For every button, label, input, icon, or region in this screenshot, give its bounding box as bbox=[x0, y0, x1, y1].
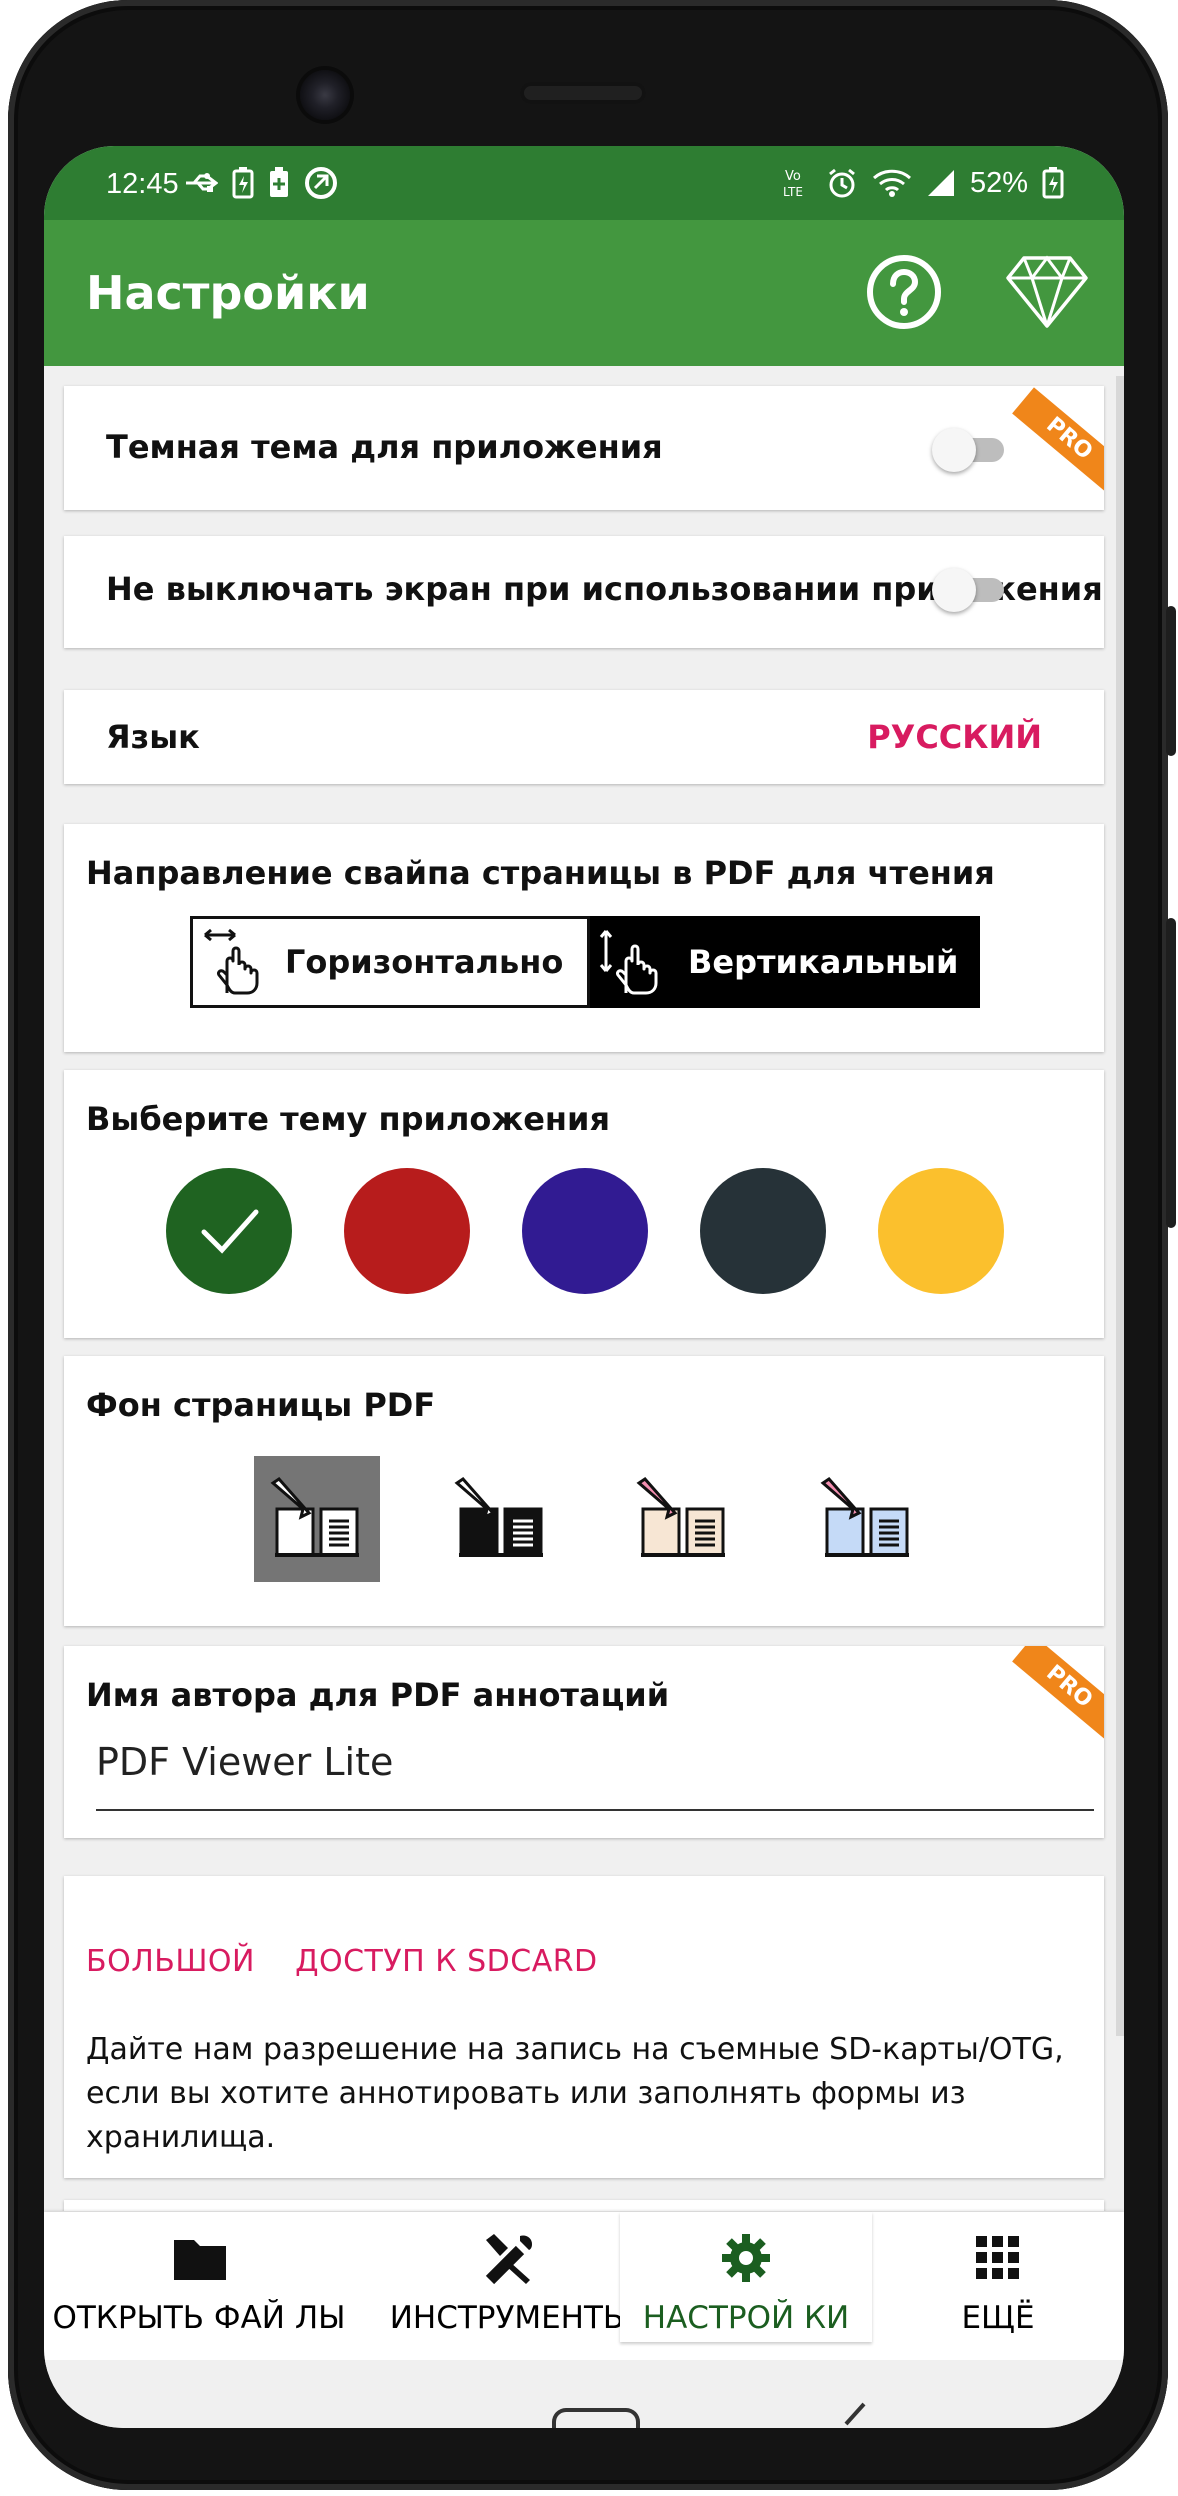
pdf-bg-blue-option[interactable] bbox=[804, 1456, 930, 1582]
setting-app-theme: Выберите тему приложения bbox=[64, 1070, 1104, 1338]
author-name-field[interactable]: PDF Viewer Lite bbox=[96, 1740, 393, 1784]
help-circle-icon[interactable] bbox=[866, 254, 942, 330]
earpiece-speaker bbox=[520, 82, 646, 104]
pro-badge: PRO bbox=[1012, 387, 1104, 491]
grid-icon bbox=[976, 2236, 1019, 2279]
author-name-underline bbox=[96, 1809, 1094, 1811]
home-button[interactable] bbox=[552, 2408, 640, 2428]
battery-plus-icon bbox=[270, 167, 288, 197]
language-label: Язык bbox=[106, 718, 200, 756]
theme-color-dark[interactable] bbox=[700, 1168, 826, 1294]
tab-label: НАСТРОЙ КИ bbox=[642, 2300, 850, 2336]
swipe-direction-label: Направление свайпа страницы в PDF для чт… bbox=[86, 854, 995, 892]
keep-screen-on-toggle[interactable] bbox=[932, 566, 1008, 612]
usb-icon bbox=[186, 173, 218, 192]
swipe-horizontal-icon bbox=[204, 928, 259, 995]
setting-author-name: Имя автора для PDF аннотаций PRO PDF Vie… bbox=[64, 1646, 1104, 1838]
scrollbar[interactable] bbox=[1116, 376, 1124, 2036]
next-setting-card bbox=[64, 2200, 1104, 2211]
swipe-direction-selector: Горизонтально Вертикальный bbox=[190, 916, 980, 1008]
book-pencil-icon bbox=[454, 1477, 543, 1557]
pdf-bg-black-option[interactable] bbox=[438, 1456, 564, 1582]
sdcard-title-part2: ДОСТУП К SDCARD bbox=[295, 1944, 598, 1979]
folder-icon bbox=[174, 2240, 226, 2280]
swipe-horizontal-option[interactable]: Горизонтально bbox=[190, 916, 590, 1008]
alarm-icon bbox=[829, 168, 855, 198]
screen: 12:45 Vo LTE 52% Настройки Темная тема д… bbox=[44, 146, 1124, 2428]
language-value[interactable]: РУССКИЙ bbox=[867, 718, 1042, 756]
pdf-bg-sepia-option[interactable] bbox=[620, 1456, 746, 1582]
svg-text:Vo: Vo bbox=[785, 169, 801, 184]
phone-frame: 12:45 Vo LTE 52% Настройки Темная тема д… bbox=[0, 0, 1178, 2496]
battery-charging-icon bbox=[1042, 167, 1064, 199]
setting-language[interactable]: Язык РУССКИЙ bbox=[64, 690, 1104, 784]
page-title: Настройки bbox=[86, 266, 370, 320]
wifi-icon bbox=[872, 169, 911, 197]
svg-text:LTE: LTE bbox=[783, 185, 803, 199]
sdcard-title-part1: БОЛЬШОЙ bbox=[86, 1944, 255, 1979]
theme-color-green[interactable] bbox=[166, 1168, 292, 1294]
pdf-background-label: Фон страницы PDF bbox=[86, 1386, 436, 1424]
status-bar: 12:45 Vo LTE 52% bbox=[44, 146, 1124, 220]
swipe-vertical-label: Вертикальный bbox=[688, 943, 959, 981]
data-saver-icon bbox=[305, 167, 337, 199]
swipe-vertical-icon bbox=[599, 930, 658, 995]
swipe-horizontal-label: Горизонтально bbox=[285, 943, 564, 981]
setting-pdf-background: Фон страницы PDF bbox=[64, 1356, 1104, 1626]
back-icon[interactable] bbox=[834, 2400, 874, 2428]
book-pencil-icon bbox=[270, 1477, 359, 1557]
signal-icon bbox=[927, 170, 954, 196]
tab-label: ОТКРЫТЬ ФАЙ ЛЫ bbox=[52, 2300, 346, 2336]
diamond-icon[interactable] bbox=[1004, 254, 1090, 330]
author-name-label: Имя автора для PDF аннотаций bbox=[86, 1676, 670, 1714]
book-pencil-icon bbox=[820, 1477, 909, 1557]
theme-color-yellow[interactable] bbox=[878, 1168, 1004, 1294]
book-pencil-icon bbox=[636, 1477, 725, 1557]
setting-keep-screen-on[interactable]: Не выключать экран при использовании при… bbox=[64, 536, 1104, 648]
system-navigation-bar bbox=[44, 2360, 1124, 2428]
dark-theme-label: Темная тема для приложения bbox=[106, 428, 663, 466]
gear-icon bbox=[722, 2234, 770, 2282]
dark-theme-toggle[interactable] bbox=[932, 426, 1008, 472]
swipe-vertical-option[interactable]: Вертикальный bbox=[590, 916, 980, 1008]
tools-icon bbox=[485, 2234, 532, 2285]
setting-sdcard-access[interactable]: БОЛЬШОЙ ДОСТУП К SDCARD Дайте нам разреш… bbox=[64, 1876, 1104, 2178]
setting-dark-theme[interactable]: Темная тема для приложения PRO bbox=[64, 386, 1104, 510]
battery-saver-icon bbox=[232, 167, 254, 199]
side-button bbox=[1166, 606, 1176, 756]
tab-more[interactable]: ЕЩЁ bbox=[872, 2212, 1124, 2342]
settings-list[interactable]: Темная тема для приложения PRO Не выключ… bbox=[44, 366, 1124, 2211]
check-icon bbox=[201, 1209, 259, 1254]
volte-icon: VoLTE bbox=[783, 169, 803, 199]
setting-swipe-direction: Направление свайпа страницы в PDF для чт… bbox=[64, 824, 1104, 1052]
sdcard-description: Дайте нам разрешение на запись на съемны… bbox=[86, 2032, 1064, 2155]
app-bar: Настройки bbox=[44, 220, 1124, 366]
tab-settings[interactable]: НАСТРОЙ КИ bbox=[620, 2212, 872, 2342]
tab-label: ЕЩЁ bbox=[961, 2300, 1035, 2336]
front-camera bbox=[300, 70, 350, 120]
app-theme-label: Выберите тему приложения bbox=[86, 1100, 610, 1138]
side-button bbox=[1166, 918, 1176, 1228]
pro-badge: PRO bbox=[1012, 1646, 1104, 1739]
theme-color-red[interactable] bbox=[344, 1168, 470, 1294]
status-time: 12:45 bbox=[106, 168, 179, 200]
tab-open-files[interactable]: ОТКРЫТЬ ФАЙ ЛЫ bbox=[44, 2212, 354, 2342]
pdf-bg-grey-option[interactable] bbox=[254, 1456, 380, 1582]
bottom-navigation: ОТКРЫТЬ ФАЙ ЛЫ ИНСТРУМЕНТЫ НАСТРОЙ КИ ЕЩ… bbox=[44, 2212, 1124, 2360]
sdcard-title: БОЛЬШОЙ ДОСТУП К SDCARD bbox=[86, 1944, 598, 1979]
battery-percent: 52% bbox=[969, 166, 1028, 199]
theme-color-indigo[interactable] bbox=[522, 1168, 648, 1294]
